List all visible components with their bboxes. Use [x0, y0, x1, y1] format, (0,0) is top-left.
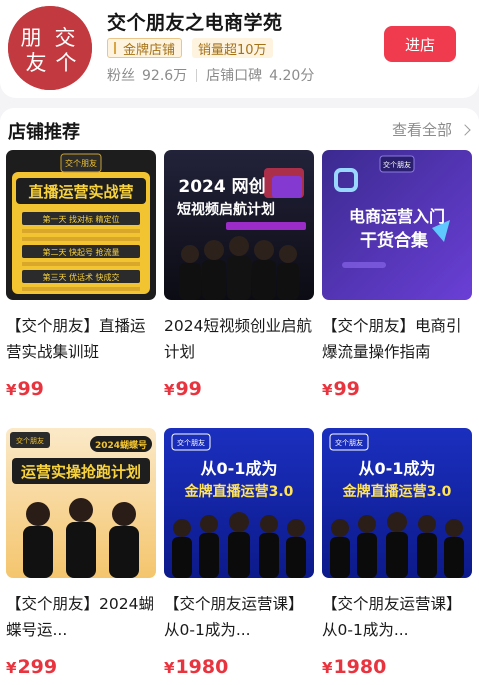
shop-stats: 粉丝 92.6万 店铺口碑 4.20分: [107, 65, 314, 85]
product-card[interactable]: 交个朋友 直播运营实战营 第一天 找对标 精定位 第二天 快起号 抢流量 第三天…: [6, 150, 156, 410]
shop-name[interactable]: 交个朋友之电商学苑: [107, 8, 283, 35]
product-thumbnail[interactable]: 交个朋友 电商运营入门 干货合集: [322, 150, 472, 300]
product-thumbnail[interactable]: 交个朋友 直播运营实战营 第一天 找对标 精定位 第二天 快起号 抢流量 第三天…: [6, 150, 156, 300]
product-card[interactable]: 交个朋友 从0-1成为 金牌直播运营3.0 【交个朋友运营课】从0-1成为...…: [322, 428, 472, 685]
thumb-headline: 直播运营实战营: [28, 183, 133, 201]
product-title[interactable]: 【交个朋友】电商引爆流量操作指南: [322, 313, 472, 365]
enter-shop-button[interactable]: 进店: [384, 26, 456, 62]
price-value: 99: [175, 378, 202, 400]
shop-logo[interactable]: 朋 交 友 个: [8, 6, 92, 90]
chevron-right-icon: [459, 123, 471, 136]
product-card[interactable]: 2024 网创 短视频启航计划 2024短视频创业启航计划 ¥99: [164, 150, 314, 410]
rating-value: 4.20分: [269, 68, 315, 84]
product-price: ¥99: [322, 378, 360, 400]
product-title[interactable]: 【交个朋友运营课】从0-1成为...: [322, 591, 472, 643]
shop-page: 朋 交 友 个 交个朋友之电商学苑 金牌店铺 销量超10万 粉丝 92.6万 店…: [0, 0, 479, 685]
section-title: 店铺推荐: [8, 122, 80, 143]
product-thumbnail[interactable]: 交个朋友 从0-1成为 金牌直播运营3.0: [164, 428, 314, 578]
thumb-day-2: 第二天 快起号 抢流量: [42, 247, 119, 257]
thumb-brand: 交个朋友: [16, 436, 44, 445]
thumb-headline-2: 金牌直播运营3.0: [184, 483, 294, 500]
product-card[interactable]: 交个朋友 电商运营入门 干货合集 【交个朋友】电商引爆流量操作指南 ¥99: [322, 150, 472, 410]
thumb-headline-2: 金牌直播运营3.0: [342, 483, 452, 500]
product-title[interactable]: 【交个朋友】直播运营实战集训班: [6, 313, 156, 365]
thumb-headline-2: 干货合集: [360, 230, 429, 251]
product-price: ¥1980: [322, 656, 386, 678]
logo-char-1: 朋: [21, 26, 42, 50]
product-thumbnail[interactable]: 2024 网创 短视频启航计划: [164, 150, 314, 300]
product-title[interactable]: 【交个朋友】2024蝴蝶号运...: [6, 591, 156, 643]
currency-symbol: ¥: [164, 659, 175, 677]
shop-badges: 金牌店铺 销量超10万: [107, 38, 273, 58]
thumb-headline-1: 2024 网创: [178, 176, 265, 197]
thumb-headline-1: 从0-1成为: [201, 459, 278, 478]
thumb-brand: 交个朋友: [335, 438, 363, 447]
currency-symbol: ¥: [6, 381, 17, 399]
shop-header-card[interactable]: 朋 交 友 个 交个朋友之电商学苑 金牌店铺 销量超10万 粉丝 92.6万 店…: [0, 0, 479, 98]
thumb-day-3: 第三天 优话术 快成交: [42, 272, 119, 282]
gold-shop-badge: 金牌店铺: [107, 38, 183, 58]
thumb-brand: 交个朋友: [177, 438, 205, 447]
price-value: 99: [17, 378, 44, 400]
thumb-gold-live-ops: 交个朋友 从0-1成为 金牌直播运营3.0: [322, 428, 472, 578]
fans-label: 粉丝: [107, 68, 135, 84]
gold-shop-badge-label: 金牌店铺: [123, 42, 176, 58]
see-all-label: 查看全部: [391, 121, 452, 139]
product-price: ¥1980: [164, 656, 228, 678]
shop-logo-image: 朋 交 友 个: [8, 6, 92, 90]
rating-label: 店铺口碑: [206, 68, 263, 84]
product-card[interactable]: 交个朋友 从0-1成为 金牌直播运营3.0 【交个朋友运营课】从0-1成为...…: [164, 428, 314, 685]
product-thumbnail[interactable]: 交个朋友 2024蝴蝶号 运营实操抢跑计划: [6, 428, 156, 578]
logo-char-4: 个: [56, 51, 77, 75]
thumb-day-1: 第一天 找对标 精定位: [42, 214, 119, 224]
logo-char-2: 交: [55, 26, 76, 50]
recommend-section-header: 店铺推荐 查看全部: [0, 108, 479, 148]
currency-symbol: ¥: [322, 381, 333, 399]
product-price: ¥99: [6, 378, 44, 400]
fans-count: 92.6万: [142, 68, 188, 84]
currency-symbol: ¥: [6, 659, 17, 677]
thumb-live-ops-camp: 交个朋友 直播运营实战营 第一天 找对标 精定位 第二天 快起号 抢流量 第三天…: [6, 150, 156, 300]
price-value: 99: [333, 378, 360, 400]
price-value: 299: [17, 656, 58, 678]
thumb-gold-live-ops: 交个朋友 从0-1成为 金牌直播运营3.0: [164, 428, 314, 578]
product-title[interactable]: 2024短视频创业启航计划: [164, 313, 314, 365]
currency-symbol: ¥: [164, 381, 175, 399]
thumb-headline-2: 短视频启航计划: [177, 201, 275, 218]
see-all-link[interactable]: 查看全部: [391, 119, 471, 140]
product-card[interactable]: 交个朋友 2024蝴蝶号 运营实操抢跑计划 【交个朋友】2024蝴蝶号运... …: [6, 428, 156, 685]
price-value: 1980: [333, 656, 387, 678]
thumb-short-video-plan: 2024 网创 短视频启航计划: [164, 150, 314, 300]
thumb-headline: 运营实操抢跑计划: [21, 463, 141, 481]
thumb-tag: 2024蝴蝶号: [95, 439, 147, 451]
product-title[interactable]: 【交个朋友运营课】从0-1成为...: [164, 591, 314, 643]
thumb-ecom-guide: 交个朋友 电商运营入门 干货合集: [322, 150, 472, 300]
product-price: ¥299: [6, 656, 57, 678]
crown-icon: [114, 42, 120, 54]
price-value: 1980: [175, 656, 229, 678]
sales-badge: 销量超10万: [192, 38, 273, 58]
product-thumbnail[interactable]: 交个朋友 从0-1成为 金牌直播运营3.0: [322, 428, 472, 578]
stats-divider: [196, 68, 198, 82]
thumb-headline-1: 电商运营入门: [349, 207, 445, 226]
thumb-brand: 交个朋友: [383, 160, 411, 169]
logo-char-3: 友: [26, 51, 47, 75]
product-price: ¥99: [164, 378, 202, 400]
thumb-brand: 交个朋友: [65, 158, 97, 168]
currency-symbol: ¥: [322, 659, 333, 677]
thumb-butterfly-plan: 交个朋友 2024蝴蝶号 运营实操抢跑计划: [6, 428, 156, 578]
thumb-headline-1: 从0-1成为: [359, 459, 436, 478]
